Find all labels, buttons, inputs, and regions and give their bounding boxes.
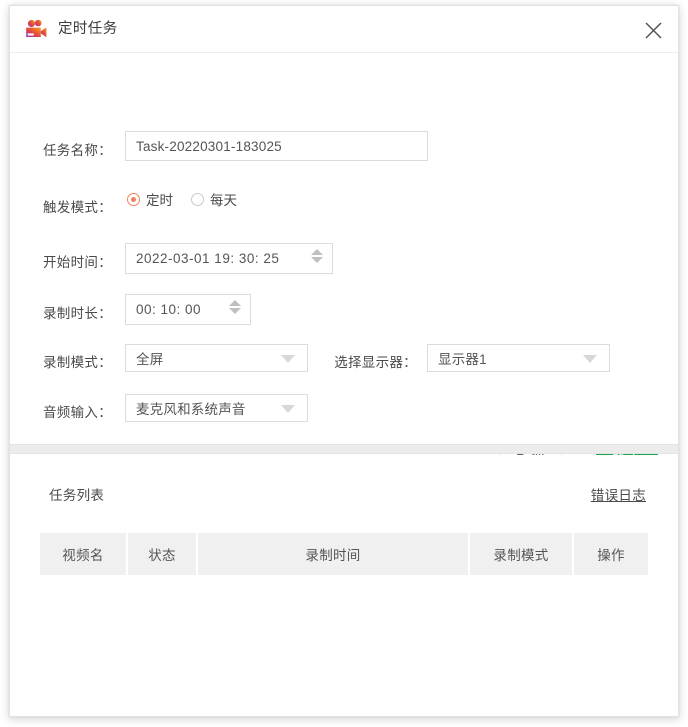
task-name-label: 任务名称： xyxy=(43,143,112,158)
scheduled-task-dialog: 定时任务 任务名称： Task-20220301-183025 触发模式： 定时 xyxy=(9,5,679,717)
start-time-label: 开始时间： xyxy=(43,255,112,270)
chevron-down-icon xyxy=(583,355,597,363)
radio-option-daily[interactable]: 每天 xyxy=(191,189,237,209)
task-name-value: Task-20220301-183025 xyxy=(136,138,282,154)
radio-option-timed[interactable]: 定时 xyxy=(127,189,173,209)
chevron-down-icon xyxy=(281,405,295,413)
audio-input-label: 音频输入： xyxy=(43,405,112,420)
display-select-label: 选择显示器： xyxy=(334,355,417,370)
start-time-value: 2022-03-01 19: 30: 25 xyxy=(136,251,280,266)
task-list-title: 任务列表 xyxy=(49,488,105,503)
duration-label: 录制时长： xyxy=(43,306,112,321)
column-header-video-name: 视频名 xyxy=(40,533,128,575)
trigger-mode-label: 触发模式： xyxy=(43,200,112,215)
radio-dot-unselected-icon xyxy=(191,192,204,206)
task-list-section: 任务列表 错误日志 视频名 状态 录制时间 录制模式 操作 xyxy=(10,455,678,716)
task-table-header: 视频名 状态 录制时间 录制模式 操作 xyxy=(40,533,648,575)
record-mode-label: 录制模式： xyxy=(43,355,112,370)
audio-input-value: 麦克风和系统声音 xyxy=(136,402,246,417)
radio-label-daily: 每天 xyxy=(210,193,237,208)
duration-value: 00: 10: 00 xyxy=(136,302,202,317)
record-mode-select[interactable]: 全屏 xyxy=(125,344,308,372)
spinner-up-icon[interactable] xyxy=(310,249,323,255)
close-button[interactable] xyxy=(636,13,670,47)
column-header-record-time: 录制时间 xyxy=(198,533,470,575)
spinner-down-icon[interactable] xyxy=(310,257,323,263)
duration-input[interactable]: 00: 10: 00 xyxy=(125,294,251,325)
title-bar: 定时任务 xyxy=(10,6,678,53)
column-header-actions: 操作 xyxy=(597,548,625,563)
task-name-input[interactable]: Task-20220301-183025 xyxy=(125,131,428,161)
spinner-down-icon[interactable] xyxy=(228,308,241,314)
spinner-up-icon[interactable] xyxy=(228,300,241,306)
display-select-value: 显示器1 xyxy=(438,352,487,367)
audio-input-select[interactable]: 麦克风和系统声音 xyxy=(125,394,308,422)
chevron-down-icon xyxy=(281,355,295,363)
duration-spinner[interactable] xyxy=(228,300,241,314)
display-select[interactable]: 显示器1 xyxy=(427,344,610,372)
start-time-spinner[interactable] xyxy=(310,249,323,263)
error-log-link[interactable]: 错误日志 xyxy=(591,484,646,504)
trigger-mode-radio-group: 定时 每天 xyxy=(127,189,255,209)
start-time-input[interactable]: 2022-03-01 19: 30: 25 xyxy=(125,243,333,274)
section-divider xyxy=(10,444,678,454)
column-header-status: 状态 xyxy=(128,533,198,575)
radio-label-timed: 定时 xyxy=(146,193,173,208)
column-header-record-mode: 录制模式 xyxy=(470,533,574,575)
page-title: 定时任务 xyxy=(58,21,118,37)
record-mode-value: 全屏 xyxy=(136,352,164,367)
schedule-form: 任务名称： Task-20220301-183025 触发模式： 定时 每天 开… xyxy=(10,53,678,472)
movie-camera-icon xyxy=(24,18,48,42)
close-icon xyxy=(644,21,663,40)
radio-dot-selected-icon xyxy=(127,192,140,206)
